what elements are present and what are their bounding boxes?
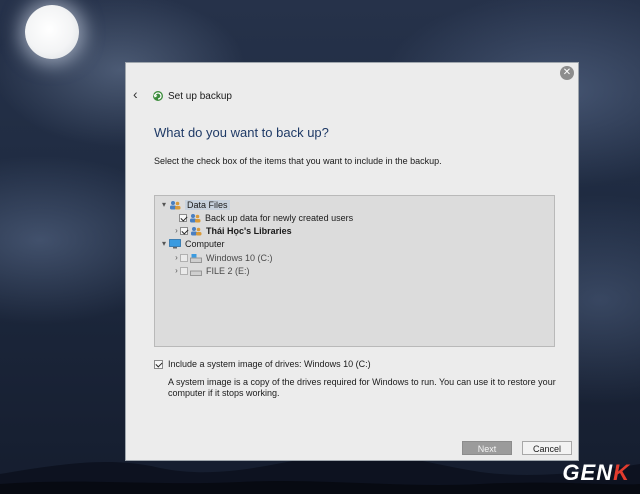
expand-right-icon[interactable]: › [173, 226, 180, 235]
new-users-checkbox[interactable] [179, 213, 187, 222]
drive-icon [190, 270, 202, 276]
back-button[interactable]: ‹ [133, 87, 145, 101]
system-image-checkbox[interactable] [154, 360, 163, 369]
users-icon [190, 213, 201, 222]
drive-icon [190, 253, 202, 263]
system-image-description: A system image is a copy of the drives r… [168, 377, 556, 398]
close-button[interactable]: ✕ [560, 66, 574, 80]
drive-e-checkbox[interactable] [180, 266, 188, 275]
window-title: Set up backup [168, 91, 232, 102]
tree-item-label: Windows 10 (C:) [206, 252, 273, 263]
tree-item-drive-c[interactable]: › Windows 10 (C:) [173, 251, 273, 264]
expand-right-icon[interactable]: › [173, 266, 180, 275]
expand-down-icon[interactable]: ▾ [159, 239, 169, 248]
tree-item-label: FILE 2 (E:) [206, 265, 250, 276]
setup-backup-dialog: ✕ ‹ Set up backup What do you want to ba… [125, 62, 579, 461]
genk-watermark: GENK [562, 460, 630, 486]
backup-items-tree: ▾ Data Files Back up data for newly crea… [154, 195, 555, 347]
back-arrow-icon: ‹ [133, 86, 138, 102]
libraries-checkbox[interactable] [180, 226, 188, 235]
users-icon [170, 200, 181, 209]
watermark-accent: K [613, 460, 630, 485]
tree-item-data-files[interactable]: ▾ Data Files [159, 198, 230, 211]
tree-item-drive-e[interactable]: › FILE 2 (E:) [173, 264, 250, 277]
tree-item-label: Computer [185, 238, 225, 249]
tree-item-new-users[interactable]: Back up data for newly created users [179, 211, 353, 224]
tree-item-label: Data Files [185, 199, 230, 210]
watermark-main: GEN [562, 460, 614, 485]
tree-item-libraries[interactable]: › Thái Học's Libraries [173, 224, 292, 237]
page-heading: What do you want to back up? [154, 125, 329, 140]
tree-item-computer[interactable]: ▾ Computer [159, 237, 225, 250]
cancel-button[interactable]: Cancel [522, 441, 572, 455]
expand-right-icon[interactable]: › [173, 253, 180, 262]
instruction-text: Select the check box of the items that y… [154, 156, 442, 166]
tree-item-label: Back up data for newly created users [205, 212, 354, 223]
next-button[interactable]: Next [462, 441, 512, 455]
close-icon: ✕ [562, 67, 572, 78]
drive-c-checkbox[interactable] [180, 253, 188, 262]
tree-item-label: Thái Học's Libraries [206, 225, 292, 236]
expand-down-icon[interactable]: ▾ [159, 200, 169, 209]
computer-icon [169, 238, 181, 248]
users-icon [191, 226, 202, 235]
backup-icon [153, 91, 163, 101]
moon-graphic [25, 5, 79, 59]
system-image-label: Include a system image of drives: Window… [168, 359, 371, 369]
